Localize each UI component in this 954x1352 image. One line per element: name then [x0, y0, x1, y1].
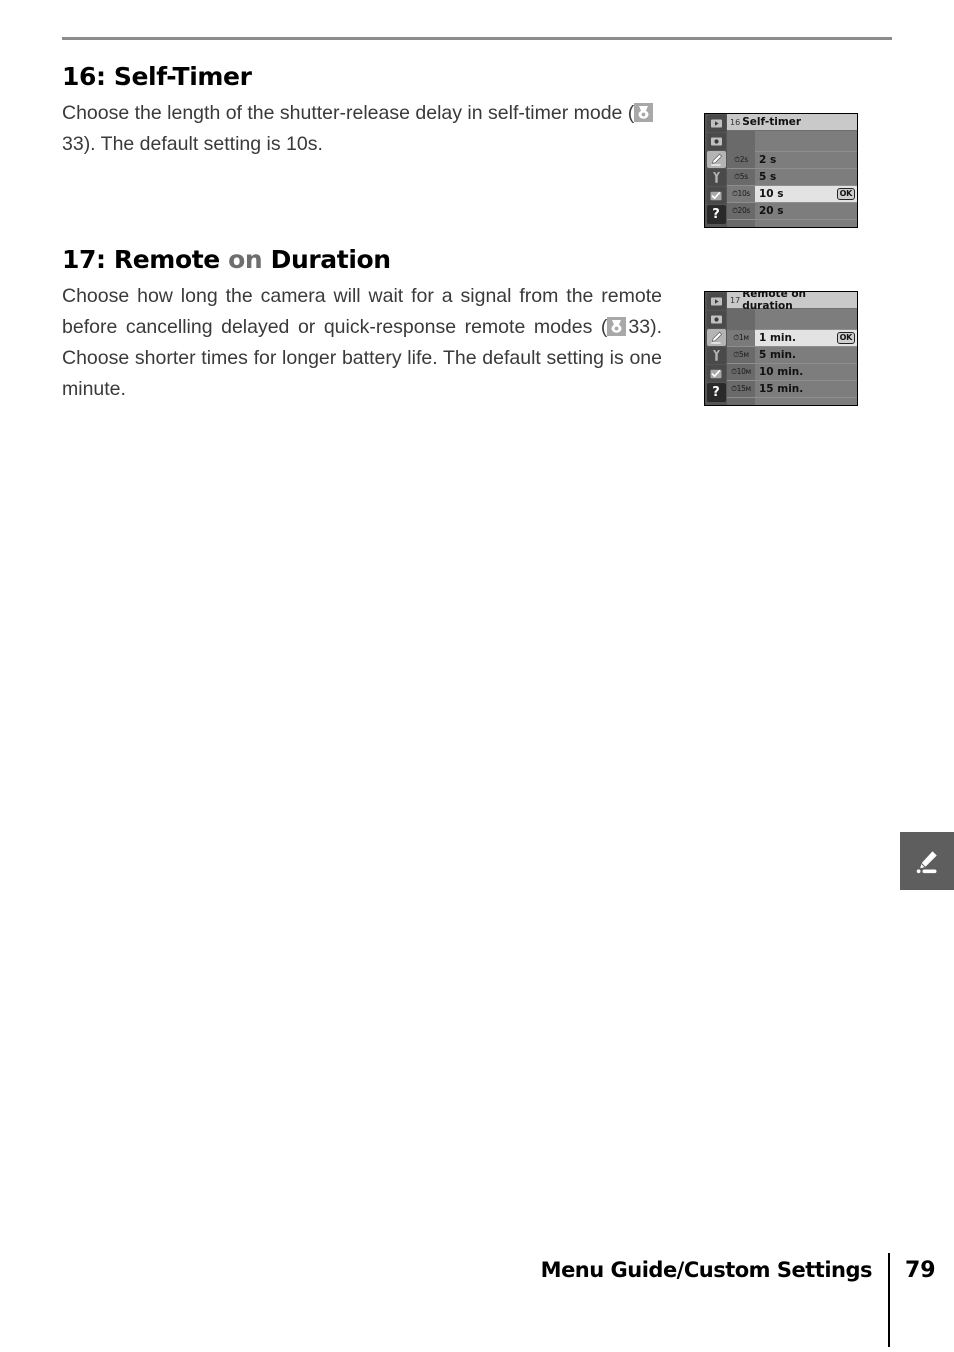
- lcd-17-title-number: 17: [730, 295, 741, 305]
- lcd-17-option-row-selected[interactable]: ⏱1м 1 min. OK: [727, 330, 857, 347]
- lcd-16-option-label: 2 s: [759, 154, 777, 166]
- shooting-menu-icon[interactable]: [706, 311, 726, 328]
- lcd-screenshot-remote-on-duration-menu: ? 17 Remote on duration ⏱1м 1 min. OK ⏱5…: [704, 291, 858, 406]
- lcd-16-option-label: 10 s: [759, 188, 784, 200]
- section-16-body-part1: Choose the length of the shutter-release…: [62, 102, 635, 124]
- custom-settings-thumb-tab: [900, 832, 954, 890]
- lcd-17-option-row[interactable]: ⏱15м 15 min.: [727, 381, 857, 398]
- lcd-16-option-row[interactable]: ⏱20s 20 s: [727, 203, 857, 220]
- remote-1min-icon: ⏱1м: [727, 330, 755, 346]
- section-16-heading-text: 16: Self-Timer: [62, 62, 252, 91]
- ok-badge: OK: [836, 332, 855, 344]
- lcd-16-title-number: 16: [730, 117, 741, 127]
- remote-5min-icon: ⏱5м: [727, 347, 755, 363]
- lcd-17-option-label: 10 min.: [759, 366, 804, 378]
- section-17-heading: 17: Remote on Duration: [62, 245, 662, 275]
- footer-title: Menu Guide/Custom Settings: [540, 1258, 873, 1282]
- lcd-16-option-row[interactable]: ⏱2s 2 s: [727, 152, 857, 169]
- lcd-16-menu-sidebar: ?: [705, 114, 727, 227]
- help-question-glyph: ?: [712, 385, 720, 400]
- lcd-16-option-label: 20 s: [759, 205, 784, 217]
- lcd-17-option-row[interactable]: ⏱5м 5 min.: [727, 347, 857, 364]
- self-timer-reference-icon: [607, 317, 627, 336]
- remote-10min-icon: ⏱10м: [727, 364, 755, 380]
- section-16-body-part2: 33). The default setting is 10s.: [62, 133, 323, 155]
- timer-10s-icon: ⏱10s: [727, 186, 755, 202]
- pencil-icon: [916, 849, 939, 874]
- section-17-heading-prefix: 17: Remote: [62, 245, 229, 274]
- ok-badge: OK: [836, 188, 855, 200]
- lcd-16-option-row-selected[interactable]: ⏱10s 10 s OK: [727, 186, 857, 203]
- shooting-menu-icon[interactable]: [706, 133, 726, 150]
- retouch-check-icon[interactable]: [706, 365, 726, 382]
- setup-wrench-icon[interactable]: [706, 347, 726, 364]
- self-timer-reference-icon: [634, 103, 654, 122]
- lcd-17-option-label: 5 min.: [759, 349, 796, 361]
- help-question-glyph: ?: [712, 207, 720, 222]
- custom-settings-pencil-icon[interactable]: [706, 151, 726, 168]
- section-17-body: Choose how long the camera will wait for…: [62, 281, 662, 436]
- remote-15min-icon: ⏱15м: [727, 381, 755, 397]
- lcd-16-option-label: 5 s: [759, 171, 777, 183]
- lcd-16-option-row[interactable]: ⏱5s 5 s: [727, 169, 857, 186]
- lcd-16-main-panel: 16 Self-timer ⏱2s 2 s ⏱5s 5 s ⏱10s 10 s …: [727, 114, 857, 227]
- lcd-17-title-bar: 17 Remote on duration: [727, 292, 857, 312]
- help-question-icon[interactable]: ?: [706, 205, 726, 224]
- retouch-check-icon[interactable]: [706, 187, 726, 204]
- lcd-17-option-label: 15 min.: [759, 383, 804, 395]
- timer-20s-icon: ⏱20s: [727, 203, 755, 219]
- timer-2s-icon: ⏱2s: [727, 152, 755, 168]
- section-17-heading-emphasis: on: [228, 245, 263, 274]
- timer-5s-icon: ⏱5s: [727, 169, 755, 185]
- playback-icon[interactable]: [706, 115, 726, 132]
- section-self-timer: 16: Self-Timer Choose the length of the …: [62, 62, 666, 160]
- lcd-17-option-list: ⏱1м 1 min. OK ⏱5м 5 min. ⏱10м 10 min. ⏱1…: [727, 309, 857, 405]
- top-horizontal-rule: [62, 37, 892, 40]
- lcd-17-main-panel: 17 Remote on duration ⏱1м 1 min. OK ⏱5м …: [727, 292, 857, 405]
- footer-divider: [888, 1253, 890, 1347]
- lcd-17-option-label: 1 min.: [759, 332, 796, 344]
- lcd-16-title-text: Self-timer: [742, 116, 802, 128]
- setup-wrench-icon[interactable]: [706, 169, 726, 186]
- section-remote-on-duration: 17: Remote on Duration Choose how long t…: [62, 245, 662, 436]
- lcd-screenshot-self-timer-menu: ? 16 Self-timer ⏱2s 2 s ⏱5s 5 s ⏱10s 10 …: [704, 113, 858, 228]
- section-17-heading-tail: Duration: [262, 245, 391, 274]
- help-question-icon[interactable]: ?: [706, 383, 726, 402]
- page-footer: Menu Guide/Custom Settings 79: [0, 1253, 954, 1347]
- section-16-body: Choose the length of the shutter-release…: [62, 98, 662, 160]
- lcd-16-title-bar: 16 Self-timer: [727, 114, 857, 131]
- lcd-17-option-row[interactable]: ⏱10м 10 min.: [727, 364, 857, 381]
- playback-icon[interactable]: [706, 293, 726, 310]
- page-number: 79: [905, 1258, 936, 1283]
- custom-settings-pencil-icon[interactable]: [706, 329, 726, 346]
- section-17-body-part1: Choose how long the camera will wait for…: [62, 285, 662, 338]
- lcd-17-menu-sidebar: ?: [705, 292, 727, 405]
- section-16-heading: 16: Self-Timer: [62, 62, 666, 92]
- lcd-16-option-list: ⏱2s 2 s ⏱5s 5 s ⏱10s 10 s OK ⏱20s 20 s: [727, 131, 857, 227]
